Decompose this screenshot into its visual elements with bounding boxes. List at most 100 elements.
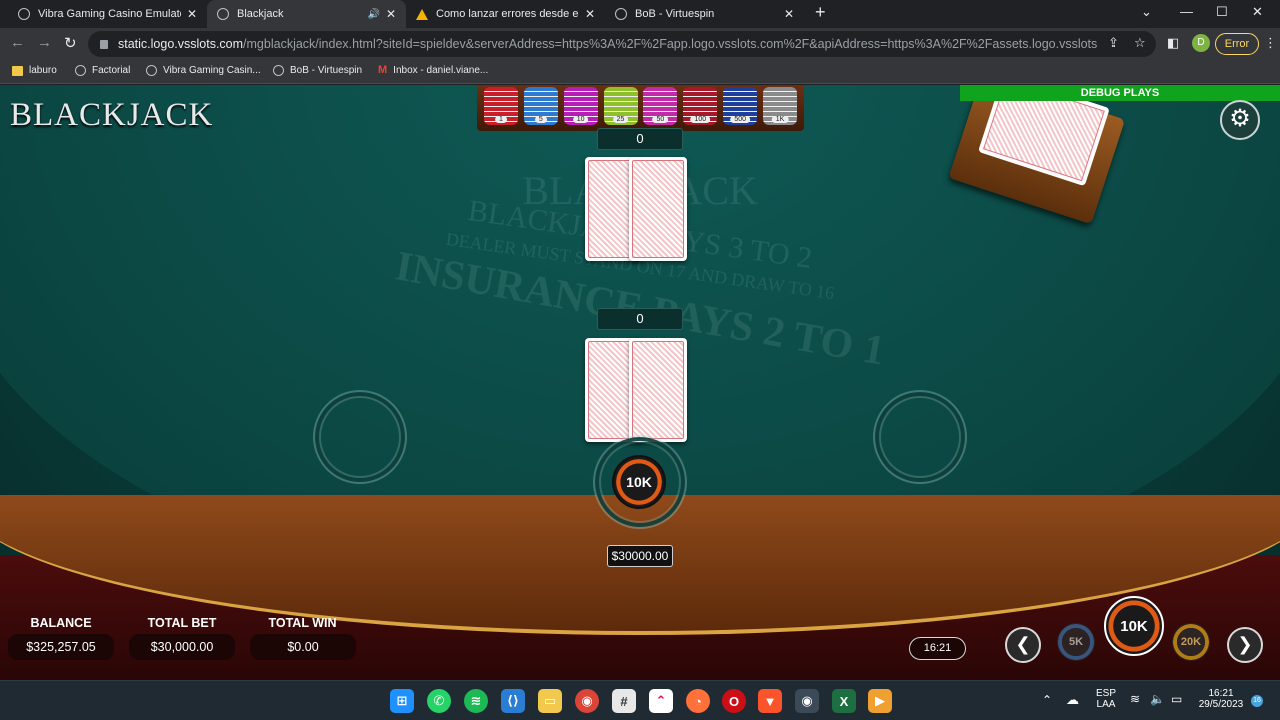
chip-5k[interactable]: 5K xyxy=(1057,623,1095,661)
chip-prev-button[interactable]: ❮ xyxy=(1005,627,1041,663)
tab-search-icon[interactable]: ⌄ xyxy=(1141,4,1152,20)
placed-bet-chip: 10K xyxy=(612,455,666,509)
file-explorer-icon[interactable]: ▭ xyxy=(538,689,562,713)
chip-rack: 1 5 10 25 50 100 500 1K xyxy=(477,85,804,131)
new-tab-icon[interactable]: + xyxy=(815,2,826,23)
spotify-icon[interactable]: ≋ xyxy=(464,689,488,713)
windows-taskbar: ⊞ ✆ ≋ ⟨⟩ ▭ ◉ # ⌃ ◔ O ▼ ◉ X ▶ ⌃ ☁ ESP LAA… xyxy=(0,680,1280,720)
side-panel-icon[interactable]: ◧ xyxy=(1167,35,1179,51)
error-button[interactable]: Error xyxy=(1215,33,1259,55)
excel-icon[interactable]: X xyxy=(832,689,856,713)
chip-next-button[interactable]: ❯ xyxy=(1227,627,1263,663)
battery-icon[interactable]: ▭ xyxy=(1171,692,1182,706)
chip-10k-selected[interactable]: 10K xyxy=(1104,596,1164,656)
player-card-2 xyxy=(629,338,687,442)
chip-stack-100: 100 xyxy=(683,87,718,125)
card-back-pattern xyxy=(632,341,684,439)
minimize-icon[interactable]: — xyxy=(1180,4,1193,19)
onedrive-icon[interactable]: ☁ xyxy=(1066,692,1079,708)
bet-spot-right[interactable] xyxy=(873,390,967,484)
tab-como-lanzar[interactable]: Como lanzar errores desde el Bo ✕ xyxy=(406,0,605,28)
card-back-pattern xyxy=(632,160,684,258)
debug-plays-button[interactable]: DEBUG PLAYS xyxy=(960,85,1280,101)
globe-icon xyxy=(75,65,86,76)
close-tab-icon[interactable]: ✕ xyxy=(784,7,794,21)
globe-icon xyxy=(217,8,229,20)
windows-start-icon[interactable]: ⊞ xyxy=(390,689,414,713)
chrome-dev-icon[interactable]: ◉ xyxy=(795,689,819,713)
wifi-icon[interactable]: ≋ xyxy=(1130,692,1140,706)
chip-stack-1: 1 xyxy=(483,87,518,125)
chip-stack-1k: 1K xyxy=(763,87,798,125)
window-close-icon[interactable]: ✕ xyxy=(1252,4,1263,20)
total-bet-value: $30,000.00 xyxy=(129,634,235,660)
tab-title: Vibra Gaming Casino Emulator xyxy=(38,8,181,20)
maximize-icon[interactable]: ☐ xyxy=(1216,4,1228,20)
whatsapp-icon[interactable]: ✆ xyxy=(427,689,451,713)
volume-icon[interactable]: 🔈 xyxy=(1150,692,1165,706)
clickup-icon[interactable]: ⌃ xyxy=(649,689,673,713)
brave-icon[interactable]: ▼ xyxy=(758,689,782,713)
firefox-icon[interactable]: ◔ xyxy=(686,689,710,713)
vscode-icon[interactable]: ⟨⟩ xyxy=(501,689,525,713)
tab-bob-virtuespin[interactable]: BoB - Virtuespin ✕ xyxy=(605,0,804,28)
back-icon[interactable]: ← xyxy=(10,34,25,51)
bookmark-inbox[interactable]: M Inbox - daniel.viane... xyxy=(378,64,489,77)
lock-icon xyxy=(100,39,108,49)
globe-icon xyxy=(273,65,284,76)
total-win-label: TOTAL WIN xyxy=(268,616,337,630)
bookmark-label: Vibra Gaming Casin... xyxy=(163,65,261,76)
share-icon[interactable]: ⇪ xyxy=(1108,35,1119,51)
close-tab-icon[interactable]: ✕ xyxy=(386,7,396,21)
globe-icon xyxy=(146,65,157,76)
system-clock[interactable]: 16:21 29/5/2023 xyxy=(1196,688,1246,710)
address-bar[interactable]: static.logo.vsslots.com/mgblackjack/inde… xyxy=(88,31,1156,57)
tab-title: BoB - Virtuespin xyxy=(635,8,715,20)
reload-icon[interactable]: ↻ xyxy=(64,34,77,52)
opera-icon[interactable]: O xyxy=(722,689,746,713)
notification-badge[interactable]: 16 xyxy=(1251,695,1263,707)
settings-gear-icon[interactable]: ⚙ xyxy=(1220,100,1260,140)
url-text[interactable]: static.logo.vsslots.com/mgblackjack/inde… xyxy=(118,37,1098,51)
clock-time: 16:21 xyxy=(1208,688,1234,699)
media-player-icon[interactable]: ▶ xyxy=(868,689,892,713)
chip-stack-label: 500 xyxy=(730,116,751,123)
chip-stack-label: 50 xyxy=(652,116,669,123)
balance-label: BALANCE xyxy=(30,616,92,630)
close-tab-icon[interactable]: ✕ xyxy=(585,7,595,21)
bookmark-label: laburo xyxy=(29,65,57,76)
blackjack-game: BLACKJACK BLACKJACK BLACKJACK PAYS 3 TO … xyxy=(0,85,1280,680)
folder-icon xyxy=(12,65,23,76)
gmail-icon: M xyxy=(378,64,388,76)
bookmark-bob[interactable]: BoB - Virtuespin xyxy=(273,65,362,76)
bookmarks-bar: laburo Factorial Vibra Gaming Casin... B… xyxy=(0,60,1280,84)
globe-icon xyxy=(615,8,627,20)
chip-20k[interactable]: 20K xyxy=(1172,623,1210,661)
slack-icon[interactable]: # xyxy=(612,689,636,713)
bookmark-label: BoB - Virtuespin xyxy=(290,65,363,76)
chip-stack-label: 1 xyxy=(494,116,507,123)
chip-stack-500: 500 xyxy=(723,87,758,125)
balance-value: $325,257.05 xyxy=(8,634,114,660)
speaker-icon[interactable]: 🔊 xyxy=(367,9,379,20)
chip-stack-10: 10 xyxy=(563,87,598,125)
tray-chevron-icon[interactable]: ⌃ xyxy=(1042,693,1052,707)
bet-amount-label: $30000.00 xyxy=(607,545,673,567)
browser-toolbar: ← → ↻ static.logo.vsslots.com/mgblackjac… xyxy=(0,28,1280,60)
tab-title: Como lanzar errores desde el Bo xyxy=(436,8,579,20)
player-score: 0 xyxy=(597,308,683,330)
profile-avatar[interactable]: D xyxy=(1192,34,1210,52)
tab-vibra-gaming[interactable]: Vibra Gaming Casino Emulator ✕ xyxy=(8,0,207,28)
bet-spot-left[interactable] xyxy=(313,390,407,484)
bookmark-factorial[interactable]: Factorial xyxy=(75,65,130,76)
chrome-icon[interactable]: ◉ xyxy=(575,689,599,713)
bookmark-label: Inbox - daniel.viane... xyxy=(393,65,489,76)
language-indicator[interactable]: ESP LAA xyxy=(1094,688,1118,710)
bookmark-star-icon[interactable]: ☆ xyxy=(1134,35,1146,51)
bookmark-laburo[interactable]: laburo xyxy=(12,65,57,76)
forward-icon[interactable]: → xyxy=(37,34,52,51)
tab-blackjack[interactable]: Blackjack 🔊 ✕ xyxy=(207,0,406,28)
bookmark-vibra[interactable]: Vibra Gaming Casin... xyxy=(146,65,261,76)
menu-kebab-icon[interactable]: ⋮ xyxy=(1264,35,1277,51)
close-tab-icon[interactable]: ✕ xyxy=(187,7,197,21)
